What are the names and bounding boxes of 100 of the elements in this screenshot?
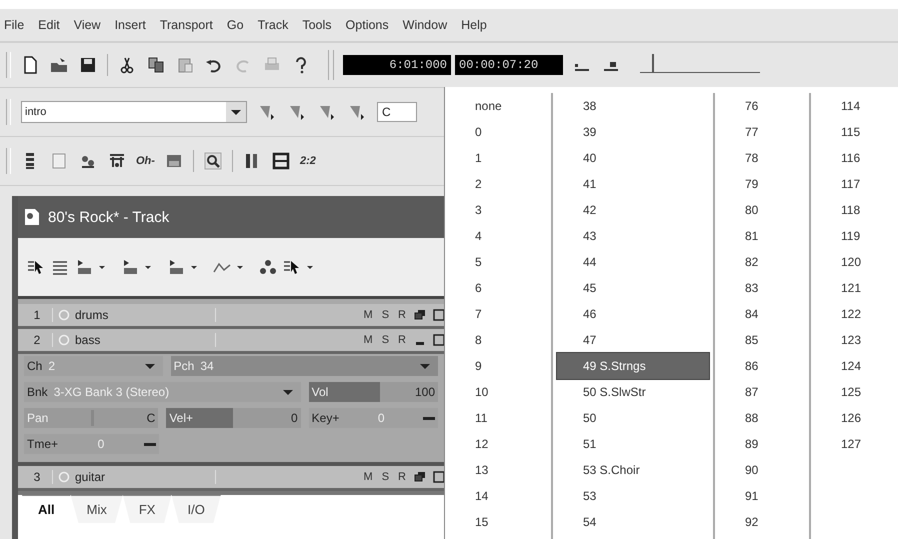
window-icon[interactable] (432, 333, 444, 347)
menu-item[interactable]: 85 (719, 327, 805, 353)
menu-item[interactable]: 5 (449, 249, 547, 275)
menu-item[interactable]: 0 (449, 119, 547, 145)
track-header[interactable]: 3 guitar M S R (18, 466, 444, 491)
menu-item[interactable]: 49 S.Strngs (557, 353, 709, 379)
menu-item[interactable]: 125 (815, 379, 894, 405)
menu-item[interactable]: 118 (815, 197, 894, 223)
zoom-slider[interactable] (640, 54, 760, 72)
menu-item[interactable]: 123 (815, 327, 894, 353)
nodes-icon[interactable] (258, 257, 278, 277)
menu-item[interactable]: 122 (815, 301, 894, 327)
menu-item[interactable]: 39 (557, 119, 709, 145)
menu-item[interactable]: Window (402, 18, 448, 32)
menu-item[interactable]: 14 (449, 483, 547, 509)
dropdown-arrow-icon[interactable] (236, 263, 244, 271)
channel-dropdown[interactable]: Ch 2 (24, 356, 163, 376)
track-flag-button[interactable]: R (396, 309, 408, 321)
menu-item[interactable]: 46 (557, 301, 709, 327)
view-tab[interactable]: I/O (171, 495, 221, 523)
menu-item[interactable]: 78 (719, 145, 805, 171)
track-flag-button[interactable]: R (396, 471, 408, 483)
menu-item[interactable]: 6 (449, 275, 547, 301)
menu-item[interactable]: 8 (449, 327, 547, 353)
menu-item[interactable]: Tools (302, 18, 332, 32)
menu-item[interactable]: 12 (449, 431, 547, 457)
menu-item[interactable]: 45 (557, 275, 709, 301)
menu-item[interactable]: View (74, 18, 101, 32)
track-flag-button[interactable]: S (380, 471, 392, 483)
dropdown-arrow-icon[interactable] (144, 263, 152, 271)
menu-item[interactable]: 91 (719, 483, 805, 509)
menu-item[interactable]: 83 (719, 275, 805, 301)
menu-item[interactable]: 115 (815, 119, 894, 145)
menu-item[interactable]: 11 (449, 405, 547, 431)
menu-item[interactable]: 92 (719, 509, 805, 535)
open-folder-icon[interactable] (49, 55, 69, 75)
menu-item[interactable]: 2 (449, 171, 547, 197)
menu-item[interactable]: 40 (557, 145, 709, 171)
track-name[interactable]: guitar (75, 470, 216, 484)
menu-item[interactable]: Go (226, 18, 244, 32)
menu-item[interactable]: 13 (449, 457, 547, 483)
time-offset-field[interactable]: Tme+ 0 (24, 434, 159, 454)
menu-item[interactable]: 47 (557, 327, 709, 353)
menu-item[interactable]: 50 S.SlwStr (557, 379, 709, 405)
menu-item[interactable]: 50 (557, 405, 709, 431)
menu-item[interactable]: 79 (719, 171, 805, 197)
pan-slider[interactable]: Pan C (24, 408, 158, 428)
restore-icon[interactable] (413, 470, 427, 484)
menu-item[interactable]: 53 S.Choir (557, 457, 709, 483)
bank-dropdown[interactable]: Bnk 3-XG Bank 3 (Stereo) (24, 382, 301, 402)
dropdown-arrow-icon[interactable] (306, 263, 314, 271)
view-tab[interactable]: Mix (70, 495, 123, 523)
menu-item[interactable]: 89 (719, 431, 805, 457)
menu-item[interactable]: 51 (557, 431, 709, 457)
menu-item[interactable]: 124 (815, 353, 894, 379)
meter-button[interactable]: 2:2 (300, 155, 316, 167)
marker-dropdown[interactable]: intro (21, 101, 247, 123)
dropdown-arrow-icon[interactable] (190, 263, 198, 271)
magnifier-icon[interactable] (202, 151, 223, 171)
restore-icon[interactable] (413, 308, 427, 322)
track-flag-button[interactable]: M (362, 334, 375, 346)
track-flag-button[interactable]: S (380, 309, 392, 321)
velocity-slider[interactable]: Vel+ 0 (166, 408, 301, 428)
menu-item[interactable]: 38 (557, 93, 709, 119)
frame-icon[interactable] (270, 151, 291, 171)
menu-item[interactable]: 116 (815, 145, 894, 171)
menu-item[interactable]: 84 (719, 301, 805, 327)
menu-item[interactable]: 81 (719, 223, 805, 249)
menu-item[interactable]: 120 (815, 249, 894, 275)
menu-item[interactable]: 42 (557, 197, 709, 223)
menu-item[interactable]: 126 (815, 405, 894, 431)
menu-item[interactable]: 3 (449, 197, 547, 223)
menu-item[interactable]: 15 (449, 509, 547, 535)
key-offset-field[interactable]: Key+ 0 (308, 408, 438, 428)
menu-item[interactable]: Insert (114, 18, 146, 32)
menu-item[interactable]: 4 (449, 223, 547, 249)
menu-item[interactable]: none (449, 93, 547, 119)
menu-item[interactable]: 41 (557, 171, 709, 197)
track-header[interactable]: 2 bass M S R (18, 329, 444, 354)
menu-item[interactable]: Transport (160, 18, 213, 32)
menu-item[interactable]: 7 (449, 301, 547, 327)
window-icon[interactable] (432, 308, 444, 322)
menu-item[interactable]: Track (258, 18, 288, 32)
track-flag-button[interactable]: M (362, 471, 375, 483)
menu-item[interactable]: 9 (449, 353, 547, 379)
menu-item[interactable]: 80 (719, 197, 805, 223)
menu-item[interactable]: 121 (815, 275, 894, 301)
menu-item[interactable]: Options (346, 18, 389, 32)
menu-item[interactable]: 76 (719, 93, 805, 119)
menu-item[interactable]: 90 (719, 457, 805, 483)
dropdown-arrow-icon[interactable] (98, 263, 106, 271)
menu-item[interactable]: 114 (815, 93, 894, 119)
menu-item[interactable]: Help (461, 18, 487, 32)
menu-item[interactable]: 119 (815, 223, 894, 249)
menu-item[interactable]: 88 (719, 405, 805, 431)
channel-button[interactable]: Oh- (136, 155, 155, 167)
more-icon[interactable] (144, 441, 156, 447)
menu-item[interactable]: 1 (449, 145, 547, 171)
window-icon[interactable] (432, 470, 444, 484)
track-name[interactable]: drums (75, 308, 216, 322)
